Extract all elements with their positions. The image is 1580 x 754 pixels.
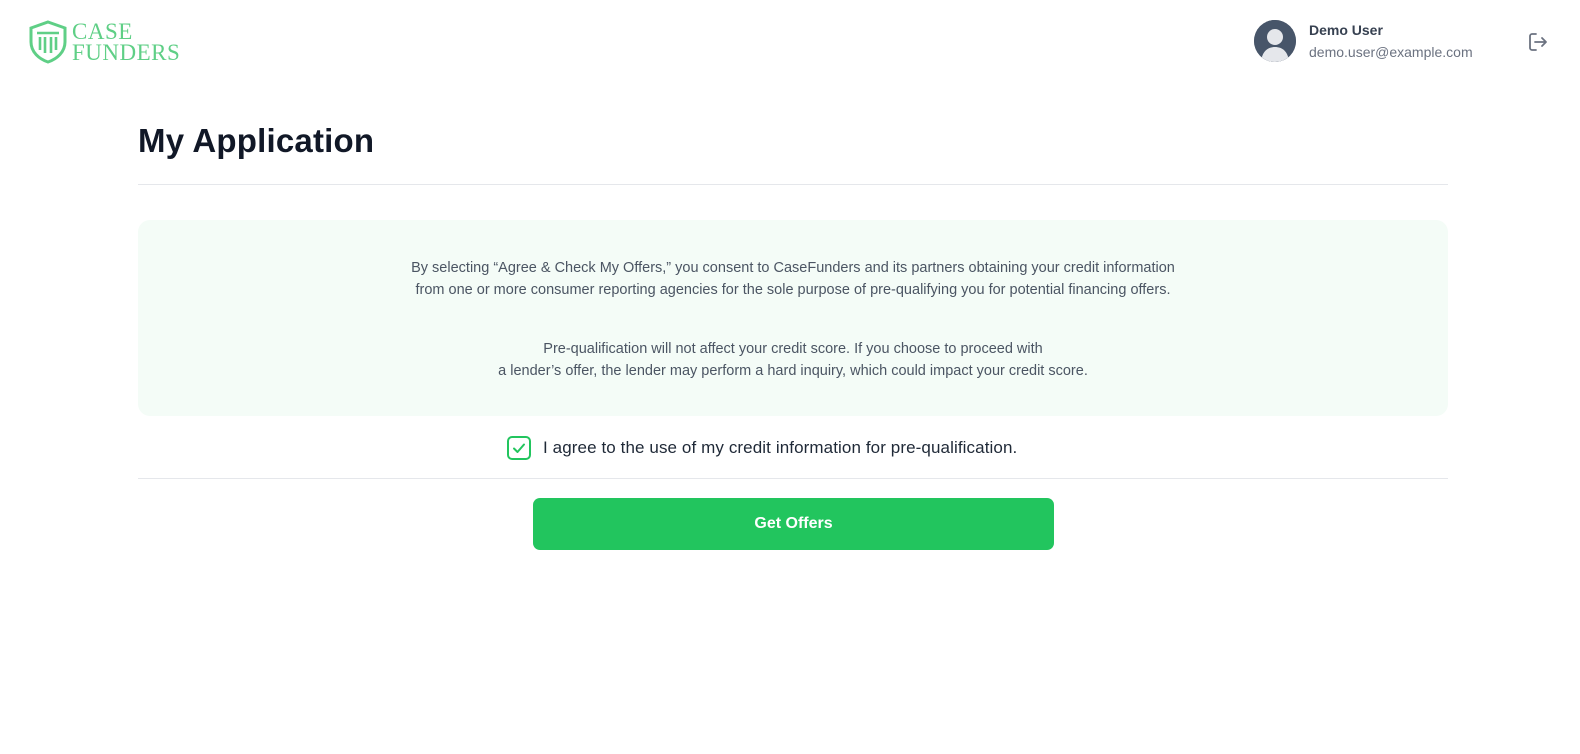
casefunders-logo[interactable]: CASE FUNDERS bbox=[28, 20, 180, 64]
agreement-checkbox[interactable] bbox=[507, 436, 531, 460]
brand-wordmark: CASE FUNDERS bbox=[72, 19, 181, 65]
brand-line-2: FUNDERS bbox=[72, 40, 181, 65]
brand-line-1: CASE bbox=[72, 19, 133, 44]
agreement-label[interactable]: I agree to the use of my credit informat… bbox=[543, 438, 1017, 458]
user-name: Demo User bbox=[1309, 22, 1383, 38]
page-title: My Application bbox=[138, 122, 375, 159]
consent-text-line: from one or more consumer reporting agen… bbox=[415, 282, 1171, 298]
logout-icon[interactable] bbox=[1526, 30, 1550, 54]
title-divider bbox=[138, 184, 1448, 185]
consent-text-line: Pre-qualification will not affect your c… bbox=[543, 341, 1043, 357]
checkmark-icon bbox=[513, 443, 525, 453]
consent-text-line: By selecting “Agree & Check My Offers,” … bbox=[411, 260, 1175, 276]
user-email: demo.user@example.com bbox=[1309, 44, 1473, 60]
agreement-divider bbox=[138, 478, 1448, 479]
consent-paragraph-2: Pre-qualification will not affect your c… bbox=[138, 338, 1448, 382]
user-avatar-icon bbox=[1254, 20, 1296, 62]
agreement-row: I agree to the use of my credit informat… bbox=[507, 436, 1017, 460]
app-header: CASE FUNDERS Demo User demo.user@example… bbox=[0, 0, 1580, 86]
user-info: Demo User demo.user@example.com bbox=[1309, 20, 1473, 62]
consent-paragraph-1: By selecting “Agree & Check My Offers,” … bbox=[138, 257, 1448, 301]
get-offers-button[interactable]: Get Offers bbox=[533, 498, 1054, 550]
consent-text-line: a lender’s offer, the lender may perform… bbox=[498, 363, 1088, 379]
consent-notice: By selecting “Agree & Check My Offers,” … bbox=[138, 220, 1448, 416]
shield-columns-icon bbox=[29, 20, 67, 64]
user-menu[interactable]: Demo User demo.user@example.com bbox=[1254, 20, 1473, 62]
